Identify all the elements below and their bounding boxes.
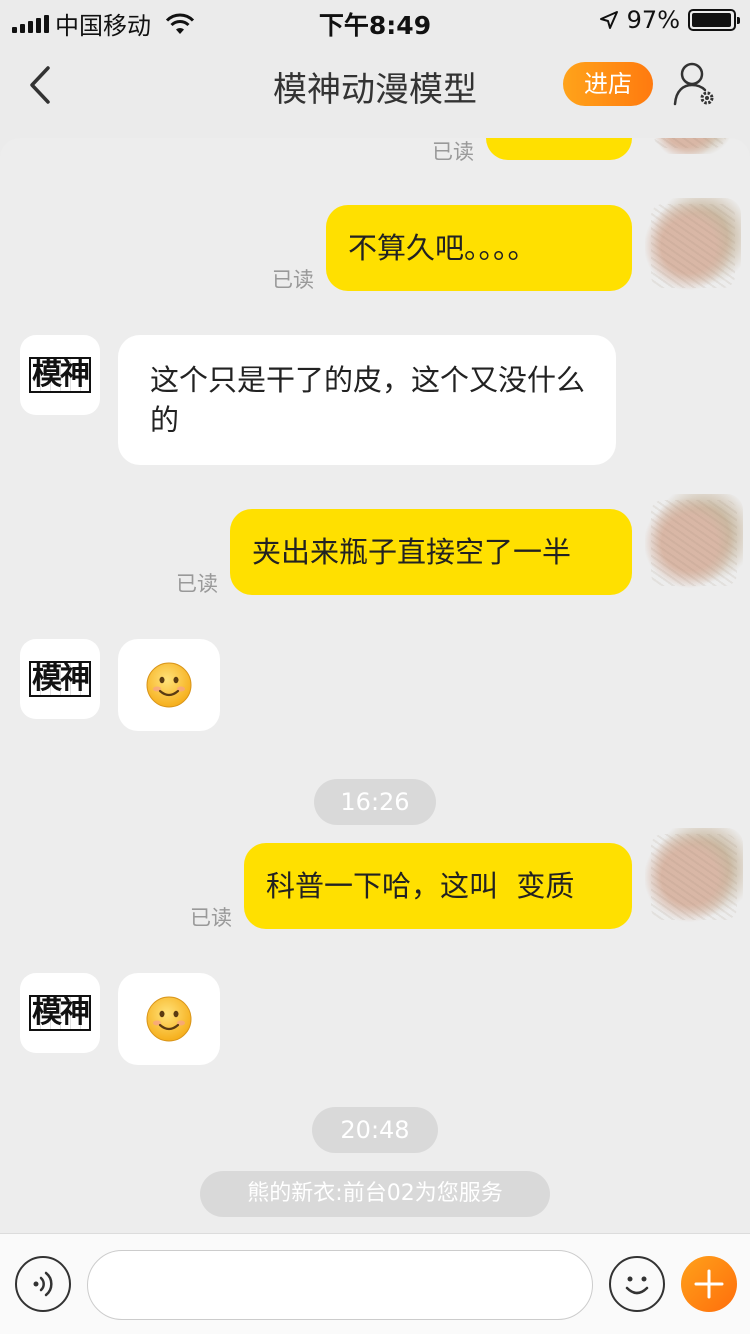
voice-button[interactable] <box>15 1256 71 1312</box>
user-avatar[interactable] <box>645 198 741 294</box>
emoji-message[interactable] <box>118 973 220 1065</box>
read-receipt: 已读 <box>176 572 218 596</box>
message-input[interactable] <box>87 1250 593 1320</box>
nav-bar: 模神动漫模型 进店 <box>0 40 750 132</box>
shop-logo: 模神 <box>29 995 91 1031</box>
plus-icon <box>694 1269 724 1299</box>
emoji-icon <box>625 1276 648 1294</box>
emoji-message[interactable] <box>118 639 220 731</box>
battery-icon <box>688 9 740 31</box>
shop-avatar[interactable]: 模神 <box>20 639 100 719</box>
system-notice: 熊的新衣:前台02为您服务 <box>200 1171 550 1217</box>
voice-icon <box>33 1271 53 1296</box>
smiley-icon <box>146 662 192 708</box>
user-avatar[interactable] <box>645 494 743 592</box>
read-receipt: 已读 <box>272 268 314 292</box>
input-bar <box>0 1233 750 1334</box>
read-receipt: 已读 <box>432 140 474 164</box>
shop-logo: 模神 <box>29 357 91 393</box>
message-text: 科普一下哈，这叫 变质 <box>266 869 575 903</box>
message-bubble-outgoing[interactable]: 科普一下哈，这叫 变质 <box>244 843 632 929</box>
emoji-button[interactable] <box>609 1256 665 1312</box>
message-text: 这个只是干了的皮，这个又没什么的 <box>150 363 586 437</box>
message-text: 不算久吧。。。。 <box>348 231 537 265</box>
shop-avatar[interactable]: 模神 <box>20 973 100 1053</box>
shop-avatar[interactable]: 模神 <box>20 335 100 415</box>
message-bubble-outgoing[interactable]: 不算久吧。。。。 <box>326 205 632 291</box>
battery-percent: 97% <box>626 6 680 34</box>
smiley-icon <box>146 996 192 1042</box>
message-bubble-outgoing[interactable]: 夹出来瓶子直接空了一半 <box>230 509 632 595</box>
more-button[interactable] <box>681 1256 737 1312</box>
status-right: 97% <box>599 6 740 34</box>
battery-fill <box>692 13 731 27</box>
status-bar: 中国移动 下午8:49 97% <box>0 0 750 40</box>
user-settings-icon[interactable] <box>672 60 718 108</box>
enter-store-button[interactable]: 进店 <box>563 62 653 106</box>
read-receipt: 已读 <box>190 906 232 930</box>
chat-panel[interactable]: 已读 已读 不算久吧。。。。 模神 这个只是干了的皮，这个又没什么的 已读 夹出… <box>0 138 750 1233</box>
user-avatar[interactable] <box>648 138 732 154</box>
user-avatar[interactable] <box>645 828 743 926</box>
timestamp-pill: 20:48 <box>312 1107 438 1153</box>
timestamp-pill: 16:26 <box>314 779 436 825</box>
location-arrow-icon <box>599 11 618 29</box>
shop-logo: 模神 <box>29 661 91 697</box>
message-bubble-incoming[interactable]: 这个只是干了的皮，这个又没什么的 <box>118 335 616 465</box>
message-text: 夹出来瓶子直接空了一半 <box>252 535 572 569</box>
message-bubble-outgoing[interactable] <box>486 138 632 160</box>
